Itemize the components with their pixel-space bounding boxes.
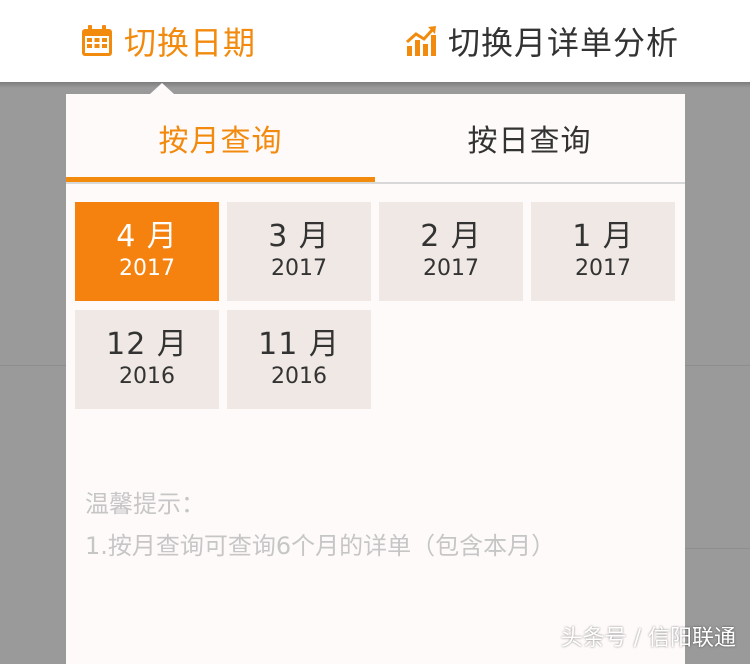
month-option-2017-03[interactable]: 3 月 2017 — [227, 202, 371, 301]
watermark: 头条号 / 信阳联通 — [560, 626, 736, 651]
month-option-2017-04[interactable]: 4 月 2017 — [75, 202, 219, 301]
date-picker-popup: 按月查询 按日查询 4 月 2017 3 月 2017 2 月 2017 1 月… — [66, 94, 685, 664]
month-label: 11 月 — [258, 326, 340, 362]
background-divider — [685, 548, 750, 549]
tip-title: 温馨提示： — [85, 490, 205, 518]
year-label: 2016 — [119, 363, 175, 389]
top-bar-shadow — [0, 82, 750, 88]
active-tab-indicator — [66, 177, 375, 182]
month-option-2016-12[interactable]: 12 月 2016 — [75, 310, 219, 409]
calendar-icon — [82, 25, 112, 56]
tip-text: 1.按月查询可查询6个月的详单（包含本月） — [85, 532, 556, 560]
tab-query-by-day[interactable]: 按日查询 — [375, 94, 684, 182]
top-bar: 切换日期 切换月详单分析 — [0, 0, 750, 82]
year-label: 2017 — [271, 255, 327, 281]
month-option-2017-02[interactable]: 2 月 2017 — [379, 202, 523, 301]
month-option-2016-11[interactable]: 11 月 2016 — [227, 310, 371, 409]
trend-chart-icon — [406, 26, 436, 56]
month-label: 1 月 — [572, 218, 634, 254]
year-label: 2016 — [271, 363, 327, 389]
background-divider — [0, 365, 66, 366]
background-divider — [685, 365, 750, 366]
tab-query-by-month[interactable]: 按月查询 — [66, 94, 375, 182]
switch-date-label: 切换日期 — [124, 24, 257, 62]
query-tabs: 按月查询 按日查询 — [66, 94, 685, 184]
switch-analysis-label: 切换月详单分析 — [448, 24, 680, 62]
year-label: 2017 — [575, 255, 631, 281]
month-label: 12 月 — [106, 326, 188, 362]
month-label: 2 月 — [420, 218, 482, 254]
year-label: 2017 — [119, 255, 175, 281]
popup-caret — [150, 83, 174, 94]
month-label: 4 月 — [116, 218, 178, 254]
month-label: 3 月 — [268, 218, 330, 254]
month-option-2017-01[interactable]: 1 月 2017 — [531, 202, 675, 301]
switch-analysis-button[interactable]: 切换月详单分析 — [404, 0, 679, 82]
switch-date-button[interactable]: 切换日期 — [80, 0, 256, 82]
year-label: 2017 — [423, 255, 479, 281]
